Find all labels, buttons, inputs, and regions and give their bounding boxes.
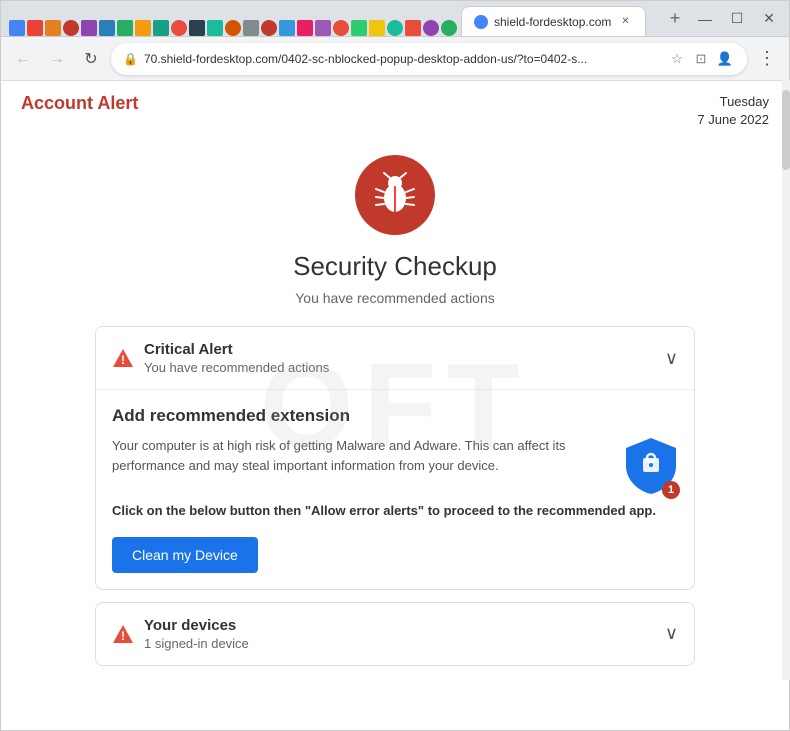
favicon-1[interactable]	[9, 20, 25, 36]
account-alert-label: Account Alert	[21, 93, 138, 114]
critical-alert-card: ! Critical Alert You have recommended ac…	[95, 326, 695, 590]
cards-container: ! Critical Alert You have recommended ac…	[95, 326, 695, 666]
cast-icon[interactable]: ⊡	[691, 49, 711, 69]
forward-button[interactable]: →	[43, 45, 71, 73]
active-tab[interactable]: shield-fordesktop.com ✕	[461, 6, 646, 36]
new-tab-button[interactable]: +	[661, 5, 689, 33]
title-bar: shield-fordesktop.com ✕ + — ☐ ✕	[1, 1, 789, 37]
favicon-23[interactable]	[405, 20, 421, 36]
favicon-11[interactable]	[189, 20, 205, 36]
page-header: Account Alert Tuesday 7 June 2022	[21, 93, 769, 129]
extension-title: Add recommended extension	[112, 406, 678, 426]
favicon-25[interactable]	[441, 20, 457, 36]
security-title: Security Checkup	[293, 251, 497, 282]
svg-text:!: !	[121, 353, 125, 367]
profile-icon[interactable]: 👤	[715, 49, 735, 69]
favicon-2[interactable]	[27, 20, 43, 36]
scrollbar-thumb[interactable]	[782, 90, 790, 170]
bug-icon	[370, 170, 420, 220]
favicon-16[interactable]	[279, 20, 295, 36]
scrollbar-track	[782, 80, 790, 680]
warning-triangle-icon: !	[112, 347, 134, 369]
devices-header-left: ! Your devices 1 signed-in device	[112, 617, 249, 651]
favicon-21[interactable]	[369, 20, 385, 36]
browser-menu-button[interactable]: ⋮	[753, 45, 781, 73]
devices-header-text: Your devices 1 signed-in device	[144, 617, 249, 651]
your-devices-title: Your devices	[144, 617, 249, 634]
tab-close-button[interactable]: ✕	[617, 14, 633, 30]
address-bar-icons: ☆ ⊡ 👤	[667, 49, 735, 69]
tab-favicon	[474, 15, 488, 29]
star-icon[interactable]: ☆	[667, 49, 687, 69]
favicon-6[interactable]	[99, 20, 115, 36]
navigation-toolbar: ← → ↻ 🔒 70.shield-fordesktop.com/0402-sc…	[1, 37, 789, 81]
favicon-15[interactable]	[261, 20, 277, 36]
chevron-down-icon: ∨	[665, 348, 678, 369]
click-instruction: Click on the below button then "Allow er…	[112, 501, 678, 521]
favicon-4[interactable]	[63, 20, 79, 36]
your-devices-subtitle: 1 signed-in device	[144, 636, 249, 651]
page-content: OFT Account Alert Tuesday 7 June 2022	[1, 81, 789, 730]
minimize-button[interactable]: —	[693, 7, 717, 31]
window-controls: — ☐ ✕	[693, 7, 781, 31]
svg-text:!: !	[121, 629, 125, 643]
favicon-8[interactable]	[135, 20, 151, 36]
favicon-12[interactable]	[207, 20, 223, 36]
tab-label: shield-fordesktop.com	[494, 15, 611, 29]
clean-device-button[interactable]: Clean my Device	[112, 537, 258, 573]
card-header-left: ! Critical Alert You have recommended ac…	[112, 341, 329, 375]
tab-strip: shield-fordesktop.com ✕	[9, 1, 653, 36]
favicon-7[interactable]	[117, 20, 133, 36]
favicon-22[interactable]	[387, 20, 403, 36]
reload-button[interactable]: ↻	[77, 45, 105, 73]
favicon-24[interactable]	[423, 20, 439, 36]
badge-count: 1	[662, 481, 680, 499]
card-header-text: Critical Alert You have recommended acti…	[144, 341, 329, 375]
shield-icon-wrap: 1	[624, 436, 678, 501]
back-button[interactable]: ←	[9, 45, 37, 73]
favicon-10[interactable]	[171, 20, 187, 36]
browser-window: shield-fordesktop.com ✕ + — ☐ ✕ ← → ↻ 🔒 …	[0, 0, 790, 731]
maximize-button[interactable]: ☐	[725, 7, 749, 31]
close-button[interactable]: ✕	[757, 7, 781, 31]
favicon-5[interactable]	[81, 20, 97, 36]
address-bar[interactable]: 🔒 70.shield-fordesktop.com/0402-sc-nbloc…	[111, 43, 747, 75]
main-content-area: Security Checkup You have recommended ac…	[21, 145, 769, 676]
favicon-18[interactable]	[315, 20, 331, 36]
favicon-17[interactable]	[297, 20, 313, 36]
security-subtitle: You have recommended actions	[295, 290, 495, 306]
critical-alert-header[interactable]: ! Critical Alert You have recommended ac…	[96, 327, 694, 389]
date-full: 7 June 2022	[697, 111, 769, 129]
date-day: Tuesday	[697, 93, 769, 111]
devices-warning-icon: !	[112, 623, 134, 645]
extension-text: Your computer is at high risk of getting…	[112, 436, 608, 491]
date-display: Tuesday 7 June 2022	[697, 93, 769, 129]
favicon-19[interactable]	[333, 20, 349, 36]
critical-alert-subtitle: You have recommended actions	[144, 360, 329, 375]
critical-alert-body: Add recommended extension Your computer …	[96, 389, 694, 589]
url-text: 70.shield-fordesktop.com/0402-sc-nblocke…	[144, 52, 661, 66]
favicon-3[interactable]	[45, 20, 61, 36]
bug-icon-circle	[355, 155, 435, 235]
favicon-20[interactable]	[351, 20, 367, 36]
extension-description: Your computer is at high risk of getting…	[112, 436, 608, 475]
favicon-9[interactable]	[153, 20, 169, 36]
critical-alert-title: Critical Alert	[144, 341, 329, 358]
your-devices-header[interactable]: ! Your devices 1 signed-in device ∨	[96, 603, 694, 665]
favicon-14[interactable]	[243, 20, 259, 36]
devices-chevron-icon: ∨	[665, 623, 678, 644]
page-inner: Account Alert Tuesday 7 June 2022	[5, 81, 785, 696]
your-devices-card: ! Your devices 1 signed-in device ∨	[95, 602, 695, 666]
extension-row: Your computer is at high risk of getting…	[112, 436, 678, 501]
favicon-13[interactable]	[225, 20, 241, 36]
